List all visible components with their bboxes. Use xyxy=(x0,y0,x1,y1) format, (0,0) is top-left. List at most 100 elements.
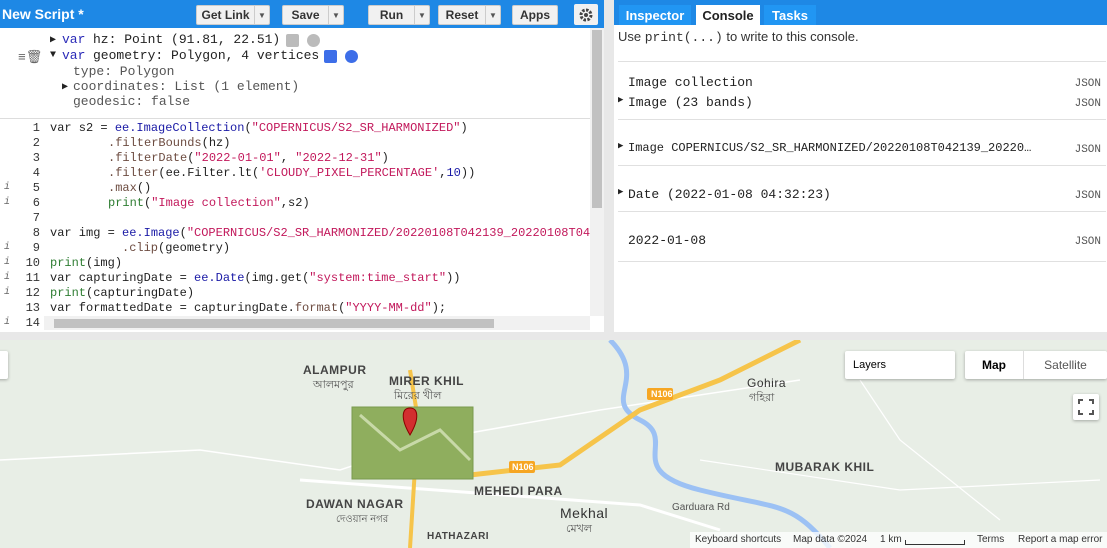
info-icon[interactable]: i xyxy=(4,287,10,298)
settings-icon[interactable] xyxy=(324,49,337,64)
editor-vertical-scrollbar[interactable] xyxy=(590,28,604,316)
chevron-down-icon[interactable]: ▼ xyxy=(328,6,343,24)
info-icon[interactable]: i xyxy=(4,272,10,283)
tab-console[interactable]: Console xyxy=(696,5,760,25)
console-entry: Image collection xyxy=(628,75,753,90)
scroll-thumb[interactable] xyxy=(592,30,602,208)
place-label: Mekhal xyxy=(560,505,609,521)
json-link[interactable]: JSON xyxy=(1075,78,1101,90)
chevron-down-icon[interactable]: ▼ xyxy=(254,6,269,24)
chevron-down-icon[interactable]: ▼ xyxy=(414,6,429,24)
road-label: Garduara Rd xyxy=(672,502,730,513)
info-icon[interactable]: i xyxy=(4,257,10,268)
code-line: .filterBounds(hz) xyxy=(108,136,231,150)
target-icon[interactable] xyxy=(345,49,358,64)
expand-icon[interactable]: ▶ xyxy=(618,95,623,105)
script-title[interactable]: New Script * xyxy=(2,6,84,22)
script-toolbar: New Script * Get Link ▼ Save ▼ Run ▼ Res… xyxy=(0,0,604,28)
console-entry[interactable]: Date (2022-01-08 04:32:23) xyxy=(628,187,831,202)
apps-button[interactable]: Apps xyxy=(512,5,558,25)
vertical-splitter[interactable] xyxy=(604,0,614,332)
save-label: Save xyxy=(291,8,320,22)
expand-icon[interactable]: ▶ xyxy=(62,81,68,93)
divider xyxy=(618,211,1106,212)
code-line: var formattedDate = capturingDate.format… xyxy=(50,301,447,315)
tab-inspector[interactable]: Inspector xyxy=(619,5,691,25)
run-label: Run xyxy=(379,8,404,22)
code-line: print(capturingDate) xyxy=(50,286,195,300)
line-number: 2 xyxy=(32,136,40,150)
json-link[interactable]: JSON xyxy=(1075,190,1101,202)
place-label-bn: মিরের খীল xyxy=(394,390,442,402)
expand-icon[interactable]: ▶ xyxy=(618,187,623,197)
list-icon[interactable]: ≡🗑 xyxy=(18,50,42,65)
collapse-panel-button[interactable] xyxy=(0,351,8,379)
layers-label: Layers xyxy=(853,359,887,371)
code-line: .clip(geometry) xyxy=(122,241,231,255)
fullscreen-icon[interactable] xyxy=(1073,394,1099,420)
line-number: 1 xyxy=(32,121,40,135)
expand-icon[interactable]: ▶ xyxy=(618,141,623,151)
info-icon[interactable]: i xyxy=(4,182,10,193)
inspector-line: hz: Point (91.81, 22.51) xyxy=(93,32,281,47)
map-view[interactable]: N106 N106 ALAMPUR আলমপুর MIRER KHIL মিরে… xyxy=(0,340,1107,548)
divider xyxy=(618,119,1106,120)
var-keyword: var xyxy=(62,32,86,47)
collapse-icon[interactable]: ▼ xyxy=(50,50,56,61)
code-line: print("Image collection",s2) xyxy=(108,196,310,210)
info-icon[interactable]: i xyxy=(4,317,10,328)
info-icon[interactable]: i xyxy=(4,197,10,208)
inspector-popup: ≡🗑 ▶ var hz: Point (91.81, 22.51) ▼ var … xyxy=(0,28,590,116)
code-editor[interactable]: ≡🗑 ▶ var hz: Point (91.81, 22.51) ▼ var … xyxy=(0,28,604,332)
json-link[interactable]: JSON xyxy=(1075,98,1101,110)
code-line: print(img) xyxy=(50,256,123,270)
apps-label: Apps xyxy=(520,8,550,22)
editor-horizontal-scrollbar[interactable] xyxy=(44,316,590,330)
report-error-link[interactable]: Report a map error xyxy=(1018,534,1102,545)
panel-tabs: Inspector Console Tasks xyxy=(614,0,1107,25)
inspector-line: geodesic: false xyxy=(73,94,191,109)
satellite-button[interactable]: Satellite xyxy=(1024,358,1107,372)
place-label-bn: গহিরা xyxy=(749,392,775,404)
inspector-line: geometry: Polygon, 4 vertices xyxy=(93,48,320,63)
code-area[interactable]: 1 2 3 4 5 6 7 8 9 10 11 12 13 14 i i i i… xyxy=(0,118,590,330)
code-line: .filterDate("2022-01-01", "2022-12-31") xyxy=(108,151,389,165)
target-icon[interactable] xyxy=(307,33,320,48)
line-number: 4 xyxy=(32,166,40,180)
code-line: .max() xyxy=(108,181,152,195)
divider xyxy=(618,61,1106,62)
place-label-bn: দেওয়ান নগর xyxy=(336,514,389,525)
inspector-line: type: Polygon xyxy=(73,64,175,79)
chevron-down-icon[interactable]: ▼ xyxy=(485,6,500,24)
tab-tasks[interactable]: Tasks xyxy=(764,5,816,25)
scale-bar xyxy=(905,540,965,545)
divider xyxy=(618,165,1106,166)
reset-button[interactable]: Reset ▼ xyxy=(438,5,501,25)
line-number: 8 xyxy=(32,226,40,240)
expand-icon[interactable]: ▶ xyxy=(50,34,56,46)
map-button[interactable]: Map xyxy=(965,358,1023,372)
get-link-button[interactable]: Get Link ▼ xyxy=(196,5,270,25)
json-link[interactable]: JSON xyxy=(1075,144,1101,156)
save-button[interactable]: Save ▼ xyxy=(282,5,344,25)
scroll-thumb[interactable] xyxy=(54,319,494,328)
run-button[interactable]: Run ▼ xyxy=(368,5,430,25)
keyboard-shortcuts-link[interactable]: Keyboard shortcuts xyxy=(695,534,781,545)
road-label: N106 xyxy=(651,389,673,399)
console-entry[interactable]: Image COPERNICUS/S2_SR_HARMONIZED/202201… xyxy=(628,141,1031,155)
road-label: N106 xyxy=(512,462,534,472)
gear-icon[interactable] xyxy=(574,4,598,25)
console-entry[interactable]: Image (23 bands) xyxy=(628,95,753,110)
settings-icon[interactable] xyxy=(286,33,299,48)
info-icon[interactable]: i xyxy=(4,242,10,253)
code-line: var capturingDate = ee.Date(img.get("sys… xyxy=(50,271,461,285)
reset-label: Reset xyxy=(445,8,479,22)
console-entry: 2022-01-08 xyxy=(628,233,707,248)
code-line: var s2 = ee.ImageCollection("COPERNICUS/… xyxy=(50,121,468,135)
json-link[interactable]: JSON xyxy=(1075,236,1101,248)
terms-link[interactable]: Terms xyxy=(977,534,1004,545)
place-label: DAWAN NAGAR xyxy=(306,497,404,511)
horizontal-splitter[interactable] xyxy=(0,332,1107,340)
line-number: 7 xyxy=(32,211,40,225)
layers-button[interactable]: Layers xyxy=(845,351,955,379)
